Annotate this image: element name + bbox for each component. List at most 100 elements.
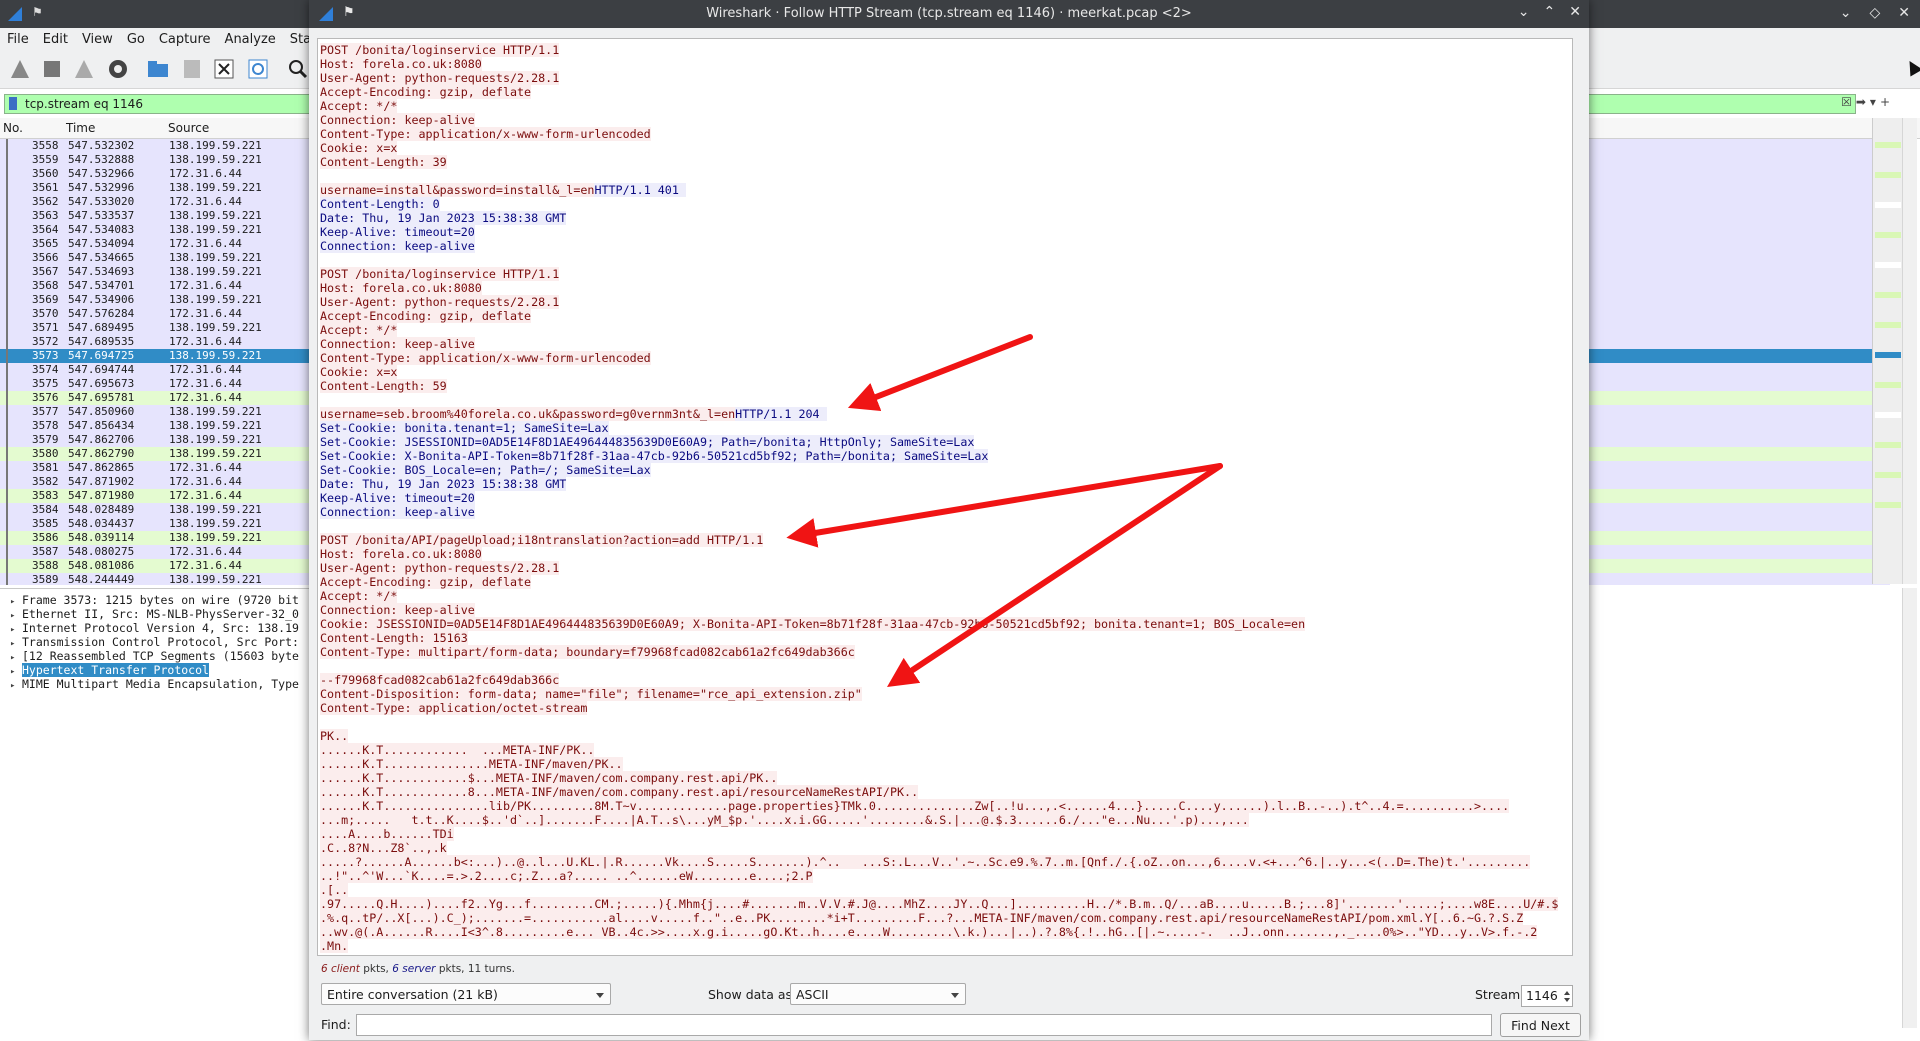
packet-time: 547.534083	[68, 223, 135, 236]
packet-no: 3581	[32, 461, 59, 474]
detail-tree-item[interactable]: ▸ Hypertext Transfer Protocol	[10, 663, 209, 677]
stream-line: Set-Cookie: BOS_Locale=en; Path=/; SameS…	[318, 463, 1556, 477]
close-icon[interactable]: ✕	[1569, 4, 1581, 20]
packet-source: 172.31.6.44	[169, 559, 242, 572]
menu-file[interactable]: File	[0, 32, 36, 47]
stream-line: Content-Type: multipart/form-data; bound…	[318, 645, 1556, 659]
client-text: User-Agent: python-requests/2.28.1	[320, 561, 560, 575]
stream-line: Connection: keep-alive	[318, 337, 1556, 351]
packet-time: 548.034437	[68, 517, 135, 530]
stop-capture-icon[interactable]	[40, 57, 64, 81]
minimize-icon[interactable]: ⌄	[1840, 5, 1852, 21]
menu-view[interactable]: View	[75, 32, 120, 47]
restart-capture-icon[interactable]	[72, 57, 96, 81]
show-data-select[interactable]: ASCII	[790, 983, 966, 1005]
server-text: Set-Cookie: BOS_Locale=en; Path=/; SameS…	[320, 463, 651, 477]
packet-no: 3589	[32, 573, 59, 585]
details-scrollbar[interactable]	[1902, 588, 1917, 1028]
packet-time: 547.534906	[68, 293, 135, 306]
find-label: Find:	[321, 1017, 351, 1032]
stream-line: Cookie: x=x	[318, 365, 1556, 379]
conversation-rail-icon	[6, 573, 8, 585]
detail-text: [12 Reassembled TCP Segments (15603 byte	[22, 649, 299, 663]
apply-filter-icon[interactable]: ➡	[1856, 95, 1866, 109]
packet-bytes-pane	[1586, 588, 1920, 1040]
column-source[interactable]: Source	[168, 121, 209, 135]
packet-no: 3585	[32, 517, 59, 530]
packet-list-minimap[interactable]	[1872, 118, 1903, 584]
maximize-icon[interactable]: ⌃	[1544, 4, 1556, 20]
minimap-stripe	[1875, 172, 1901, 178]
detail-tree-item[interactable]: ▸ Ethernet II, Src: MS-NLB-PhysServer-32_…	[10, 607, 299, 621]
detail-text: Transmission Control Protocol, Src Port:	[22, 635, 299, 649]
detail-tree-item[interactable]: ▸ [12 Reassembled TCP Segments (15603 byt…	[10, 649, 299, 663]
close-icon[interactable]: ✕	[1898, 5, 1910, 21]
stream-line: .[..	[318, 883, 1556, 897]
close-file-icon[interactable]	[212, 57, 236, 81]
server-text: HTTP/1.1 204	[735, 407, 827, 421]
minimize-icon[interactable]: ⌄	[1518, 4, 1530, 20]
client-text: Content-Length: 15163	[320, 631, 468, 645]
bookmark-icon[interactable]	[9, 97, 17, 110]
packet-source: 138.199.59.221	[169, 153, 262, 166]
detail-tree-item[interactable]: ▸ Internet Protocol Version 4, Src: 138.1…	[10, 621, 299, 635]
start-capture-icon[interactable]	[8, 57, 32, 81]
stream-line: Cookie: JSESSIONID=0AD5E14F8D1AE49644483…	[318, 617, 1556, 631]
client-text: POST /bonita/loginservice HTTP/1.1	[320, 43, 560, 57]
packet-list-scrollbar[interactable]	[1902, 118, 1917, 584]
stream-content-pane[interactable]: POST /bonita/loginservice HTTP/1.1 Host: …	[317, 38, 1573, 956]
add-filter-button-icon[interactable]: +	[1880, 95, 1890, 109]
packet-source: 172.31.6.44	[169, 363, 242, 376]
conversation-rail-icon	[6, 195, 8, 209]
packet-no: 3574	[32, 363, 59, 376]
client-text: ......K.T...............META-INF/maven/P…	[320, 757, 623, 771]
stream-number-spinbox[interactable]: 1146	[1521, 985, 1573, 1007]
detail-tree-item[interactable]: ▸ Frame 3573: 1215 bytes on wire (9720 bi…	[10, 593, 299, 607]
packet-source: 138.199.59.221	[169, 265, 262, 278]
stream-line: ......K.T...............lib/PK.........8…	[318, 799, 1556, 813]
dialog-titlebar: ⚑ Wireshark · Follow HTTP Stream (tcp.st…	[309, 0, 1589, 28]
stream-line: Connection: keep-alive	[318, 505, 1556, 519]
save-file-icon[interactable]	[180, 57, 204, 81]
column-no[interactable]: No.	[3, 121, 23, 135]
spin-up-icon[interactable]	[1564, 991, 1570, 995]
menu-analyze[interactable]: Analyze	[218, 32, 283, 47]
client-text: Accept-Encoding: gzip, deflate	[320, 575, 532, 589]
packet-time: 548.081086	[68, 559, 135, 572]
conversation-rail-icon	[6, 335, 8, 349]
packet-no: 3587	[32, 545, 59, 558]
packet-no: 3580	[32, 447, 59, 460]
clear-filter-icon[interactable]: ☒	[1841, 95, 1852, 109]
packet-time: 547.871980	[68, 489, 135, 502]
stream-line: Host: forela.co.uk:8080	[318, 547, 1556, 561]
packet-no: 3572	[32, 335, 59, 348]
conversation-select[interactable]: Entire conversation (21 kB)	[321, 983, 611, 1005]
filter-history-icon[interactable]: ▾	[1870, 95, 1876, 109]
detail-tree-item[interactable]: ▸ Transmission Control Protocol, Src Port…	[10, 635, 299, 649]
menu-go[interactable]: Go	[120, 32, 152, 47]
detail-tree-item[interactable]: ▸ MIME Multipart Media Encapsulation, Typ…	[10, 677, 299, 691]
open-file-icon[interactable]	[146, 57, 170, 81]
client-text: Accept: */*	[320, 99, 398, 113]
client-text: Cookie: x=x	[320, 365, 398, 379]
packet-time: 547.534665	[68, 251, 135, 264]
menu-capture[interactable]: Capture	[152, 32, 218, 47]
find-next-button[interactable]: Find Next	[1500, 1013, 1581, 1037]
capture-options-icon[interactable]	[106, 57, 130, 81]
packet-source: 138.199.59.221	[169, 181, 262, 194]
find-packet-icon[interactable]	[286, 57, 310, 81]
reload-file-icon[interactable]	[246, 57, 270, 81]
client-text: username=install&password=install&_l=en	[320, 183, 595, 197]
find-input[interactable]	[356, 1014, 1492, 1036]
column-time[interactable]: Time	[66, 121, 95, 135]
conversation-rail-icon	[6, 419, 8, 433]
stream-line: POST /bonita/loginservice HTTP/1.1	[318, 267, 1556, 281]
menu-edit[interactable]: Edit	[36, 32, 75, 47]
expand-arrow-icon[interactable]: ▸	[10, 679, 22, 693]
restore-icon[interactable]: ◇	[1869, 5, 1880, 21]
pin-icon[interactable]: ⚑	[32, 5, 43, 19]
spin-down-icon[interactable]	[1564, 998, 1570, 1002]
client-text: Connection: keep-alive	[320, 337, 475, 351]
packet-time: 548.244449	[68, 573, 135, 585]
packet-no: 3575	[32, 377, 59, 390]
